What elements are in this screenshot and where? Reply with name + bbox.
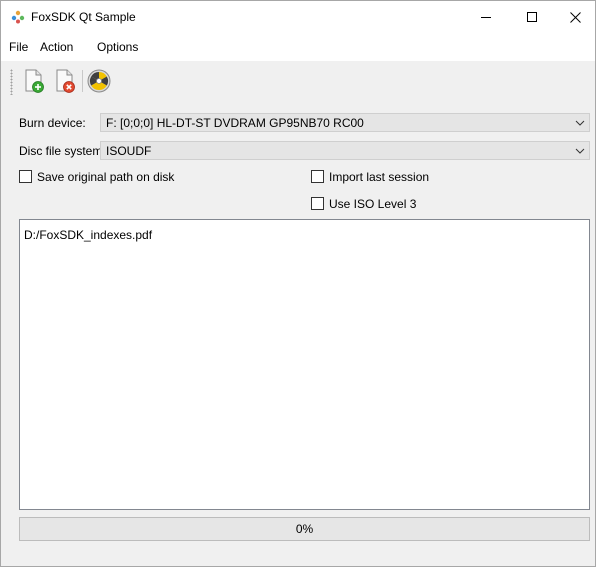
add-file-button[interactable] (21, 67, 47, 95)
file-system-value: ISOUDF (106, 144, 152, 158)
remove-file-icon (56, 69, 75, 93)
use-iso-level-3-checkbox[interactable]: Use ISO Level 3 (311, 196, 451, 212)
use-iso-level-3-label: Use ISO Level 3 (329, 197, 417, 211)
remove-file-button[interactable] (52, 67, 78, 95)
burn-device-label: Burn device: (19, 116, 86, 130)
burn-disc-icon (87, 69, 111, 93)
import-last-session-checkbox[interactable]: Import last session (311, 169, 471, 185)
chevron-down-icon (575, 148, 585, 154)
save-original-path-checkbox[interactable]: Save original path on disk (19, 169, 219, 185)
toolbar-separator (82, 70, 83, 92)
close-icon (569, 11, 581, 23)
close-button[interactable] (555, 1, 595, 33)
app-window: FoxSDK Qt Sample File Action Options Bur… (0, 0, 596, 567)
file-system-label: Disc file system: (19, 144, 106, 158)
add-file-icon (25, 69, 44, 93)
maximize-icon (527, 12, 537, 22)
menu-bar: File Action Options (1, 33, 595, 61)
import-last-session-label: Import last session (329, 170, 430, 184)
menu-file[interactable]: File (9, 39, 28, 55)
burn-device-select[interactable]: F: [0;0;0] HL-DT-ST DVDRAM GP95NB70 RC00 (100, 113, 590, 132)
checkbox-box[interactable] (311, 197, 324, 210)
menu-options[interactable]: Options (97, 39, 138, 55)
list-item[interactable]: D:/FoxSDK_indexes.pdf (24, 228, 152, 242)
burn-device-value: F: [0;0;0] HL-DT-ST DVDRAM GP95NB70 RC00 (106, 116, 364, 130)
minimize-button[interactable] (463, 1, 509, 33)
toolbar-grip[interactable] (10, 69, 13, 95)
file-system-select[interactable]: ISOUDF (100, 141, 590, 160)
toolbar (1, 61, 595, 101)
window-title: FoxSDK Qt Sample (31, 10, 136, 24)
file-list[interactable]: D:/FoxSDK_indexes.pdf (19, 219, 590, 510)
menu-action[interactable]: Action (40, 39, 73, 55)
progress-bar: 0% (19, 517, 590, 541)
checkbox-box[interactable] (311, 170, 324, 183)
progress-text: 0% (295, 522, 314, 536)
burn-disc-button[interactable] (86, 67, 112, 95)
save-original-path-label: Save original path on disk (37, 170, 175, 184)
foxsdk-app-icon (11, 10, 25, 24)
checkbox-box[interactable] (19, 170, 32, 183)
title-bar[interactable]: FoxSDK Qt Sample (1, 1, 595, 33)
minimize-icon (481, 17, 491, 18)
chevron-down-icon (575, 120, 585, 126)
maximize-button[interactable] (509, 1, 555, 33)
